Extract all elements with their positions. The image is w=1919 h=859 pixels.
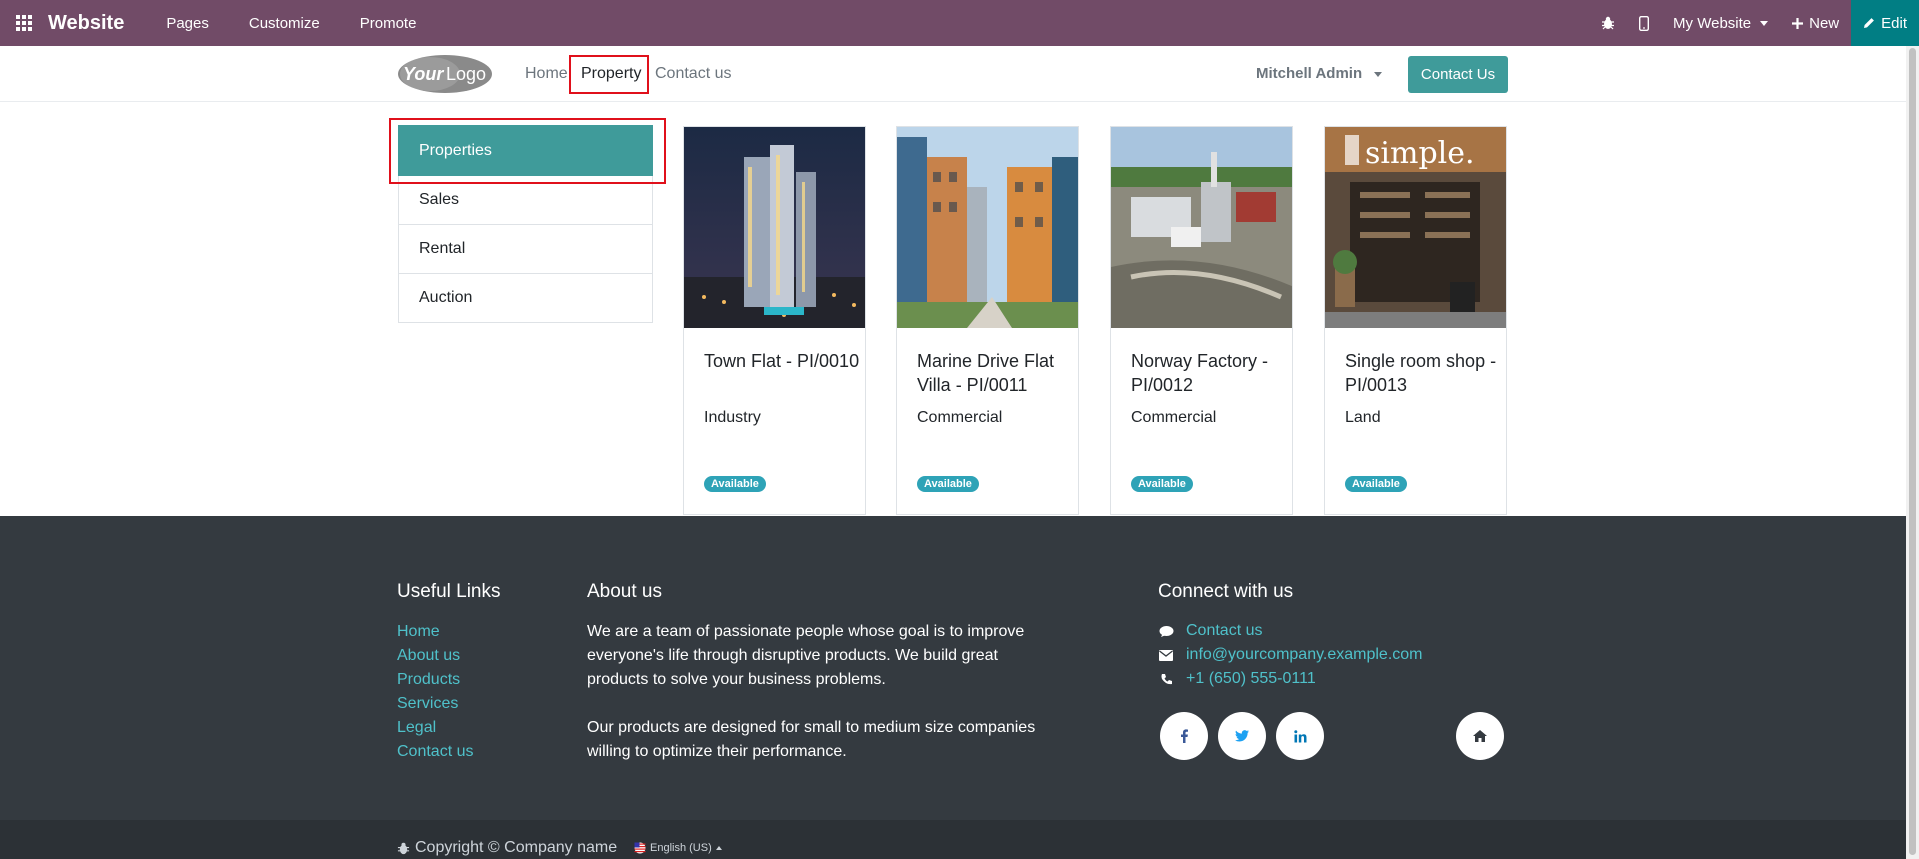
page-scrollbar[interactable] — [1906, 46, 1919, 859]
sidebar-item-auction[interactable]: Auction — [398, 274, 653, 323]
app-brand[interactable]: Website — [48, 12, 124, 35]
edit-label: Edit — [1881, 14, 1907, 32]
new-button[interactable]: New — [1780, 0, 1851, 46]
apps-menu-icon[interactable] — [0, 0, 48, 46]
menu-promote[interactable]: Promote — [360, 15, 417, 32]
about-us-text: We are a team of passionate people whose… — [587, 620, 1037, 764]
property-card[interactable]: Marine Drive Flat Villa - PI/0011 Commer… — [896, 126, 1079, 515]
email-link[interactable]: info@yourcompany.example.com — [1186, 646, 1423, 664]
home-icon[interactable] — [1456, 712, 1504, 760]
property-image-tower — [684, 127, 865, 328]
phone-icon — [1158, 673, 1174, 686]
caret-down-icon — [1374, 71, 1383, 77]
useful-links-heading: Useful Links — [397, 581, 501, 602]
footer-link-contact-us[interactable]: Contact us — [397, 743, 473, 761]
linkedin-icon[interactable] — [1276, 712, 1324, 760]
phone-link[interactable]: +1 (650) 555-0111 — [1186, 670, 1316, 688]
contact-us-row[interactable]: Contact us — [1158, 622, 1262, 640]
language-selector[interactable]: English (US) — [634, 842, 722, 854]
property-title[interactable]: Norway Factory - PI/0012 — [1131, 349, 1291, 397]
property-card[interactable]: Town Flat - PI/0010 Industry Available — [683, 126, 866, 515]
plus-icon — [1792, 17, 1804, 29]
footer: Useful Links Home About us Products Serv… — [0, 516, 1906, 820]
svg-text:Your: Your — [403, 64, 444, 84]
email-row[interactable]: info@yourcompany.example.com — [1158, 646, 1423, 664]
property-card[interactable]: Norway Factory - PI/0012 Commercial Avai… — [1110, 126, 1293, 515]
status-badge: Available — [1345, 476, 1407, 492]
copyright-text: Copyright © Company name — [397, 839, 617, 857]
pencil-icon — [1864, 18, 1875, 28]
property-type: Land — [1345, 409, 1381, 426]
contact-us-button[interactable]: Contact Us — [1408, 56, 1508, 93]
sidebar-item-rental[interactable]: Rental — [398, 225, 653, 274]
website-selector[interactable]: My Website — [1661, 0, 1780, 46]
debug-bug-icon[interactable] — [1589, 0, 1627, 46]
property-title[interactable]: Single room shop - PI/0013 — [1345, 349, 1505, 397]
property-type: Commercial — [1131, 409, 1217, 426]
menu-customize[interactable]: Customize — [249, 15, 320, 32]
new-label: New — [1809, 14, 1840, 32]
edit-button[interactable]: Edit — [1851, 0, 1919, 46]
phone-row[interactable]: +1 (650) 555-0111 — [1158, 670, 1316, 688]
twitter-icon[interactable] — [1218, 712, 1266, 760]
website-navbar: Your Logo Home Property Contact us Mitch… — [0, 46, 1906, 102]
property-image-factory — [1111, 127, 1292, 328]
property-image-shop: simple. — [1325, 127, 1506, 328]
contact-us-link[interactable]: Contact us — [1186, 622, 1262, 640]
copyright-bar: Copyright © Company name English (US) — [0, 820, 1906, 859]
footer-link-products[interactable]: Products — [397, 671, 460, 689]
scrollbar-thumb[interactable] — [1909, 48, 1916, 855]
nav-contact-us[interactable]: Contact us — [655, 65, 731, 83]
footer-link-about-us[interactable]: About us — [397, 647, 460, 665]
copyright-label: Copyright © Company name — [415, 839, 618, 856]
envelope-icon — [1158, 649, 1174, 661]
status-badge: Available — [1131, 476, 1193, 492]
us-flag-icon — [634, 842, 646, 854]
about-paragraph-1: We are a team of passionate people whose… — [587, 623, 1025, 688]
about-paragraph-2: Our products are designed for small to m… — [587, 719, 1036, 760]
user-name: Mitchell Admin — [1256, 65, 1363, 82]
shop-sign-text: simple. — [1365, 136, 1475, 171]
property-title[interactable]: Town Flat - PI/0010 — [704, 349, 864, 373]
comment-icon — [1158, 625, 1174, 638]
property-image-apartments — [897, 127, 1078, 328]
admin-bar: Website Pages Customize Promote My Websi… — [0, 0, 1919, 46]
bug-icon — [397, 842, 410, 854]
facebook-icon[interactable] — [1160, 712, 1208, 760]
caret-down-icon — [1760, 20, 1769, 26]
status-badge: Available — [917, 476, 979, 492]
mobile-preview-icon[interactable] — [1627, 0, 1661, 46]
svg-text:Logo: Logo — [446, 64, 486, 84]
property-highlight-box — [569, 55, 649, 94]
footer-link-home[interactable]: Home — [397, 623, 440, 641]
property-title[interactable]: Marine Drive Flat Villa - PI/0011 — [917, 349, 1077, 397]
language-label: English (US) — [650, 842, 712, 854]
footer-link-services[interactable]: Services — [397, 695, 458, 713]
company-logo[interactable]: Your Logo — [397, 54, 493, 94]
property-card[interactable]: simple. Single room shop - PI/0013 Land … — [1324, 126, 1507, 515]
caret-up-icon — [715, 846, 722, 850]
website-selector-label: My Website — [1673, 14, 1752, 32]
status-badge: Available — [704, 476, 766, 492]
nav-home[interactable]: Home — [525, 65, 568, 83]
property-type: Industry — [704, 409, 761, 426]
about-us-heading: About us — [587, 581, 662, 602]
menu-pages[interactable]: Pages — [166, 15, 209, 32]
properties-highlight-box — [389, 118, 666, 184]
user-menu[interactable]: Mitchell Admin — [1256, 65, 1383, 82]
connect-heading: Connect with us — [1158, 581, 1294, 602]
property-type: Commercial — [917, 409, 1003, 426]
footer-link-legal[interactable]: Legal — [397, 719, 436, 737]
